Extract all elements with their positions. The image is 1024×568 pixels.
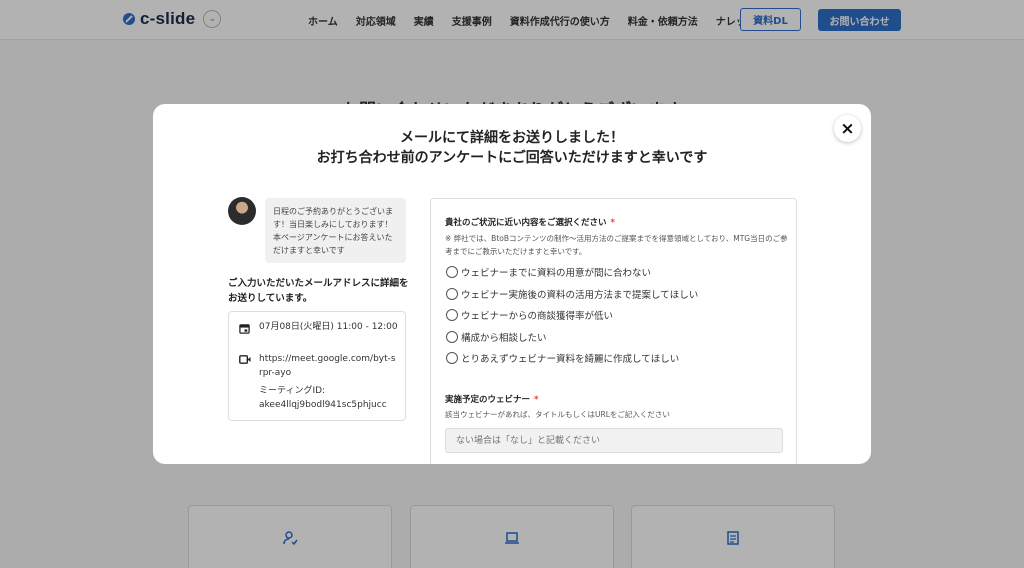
- modal-title-line2: お打ち合わせ前のアンケートにご回答いただけますと幸いです: [316, 150, 708, 166]
- meeting-id-row: ミーティングID: akee4llqj9bodl941sc5phjucc: [238, 385, 404, 412]
- meeting-id-label: ミーティングID:: [259, 386, 326, 396]
- radio-option-label: ウェビナーまでに資料の用意が間に合わない: [461, 268, 652, 279]
- radio-option[interactable]: とりあえずウェビナー資料を綺麗に作成してほしい: [446, 351, 679, 365]
- radio-button[interactable]: [446, 331, 458, 343]
- radio-option-label: 構成から相談したい: [461, 333, 547, 344]
- required-mark: *: [610, 218, 615, 228]
- confirmation-modal: メールにて詳細をお送りしました！ お打ち合わせ前のアンケートにご回答いただけます…: [153, 104, 871, 464]
- question-note: ※ 弊社では、BtoBコンテンツの制作〜活用方法のご提案までを得意領域としており…: [445, 234, 788, 256]
- radio-button[interactable]: [446, 352, 458, 364]
- meeting-id-value: akee4llqj9bodl941sc5phjucc: [259, 399, 387, 410]
- survey-form: 貴社のご状況に近い内容をご選択ください * ※ 弊社では、BtoBコンテンツの制作…: [430, 198, 797, 464]
- radio-option[interactable]: ウェビナーまでに資料の用意が間に合わない: [446, 265, 651, 279]
- modal-title: メールにて詳細をお送りしました！ お打ち合わせ前のアンケートにご回答いただけます…: [153, 128, 871, 168]
- meeting-url-row: https://meet.google.com/byt-srpr-ayo: [238, 353, 399, 380]
- avatar: [228, 197, 256, 225]
- radio-option[interactable]: 構成から相談したい: [446, 330, 547, 344]
- email-sent-heading: ご入力いただいたメールアドレスに詳細をお送りしています。: [228, 278, 409, 304]
- radio-option-label: ウェビナーからの商談獲得率が低い: [461, 311, 614, 322]
- calendar-icon: [238, 321, 251, 335]
- question-label: 実施予定のウェビナー *: [445, 395, 539, 405]
- radio-option[interactable]: ウェビナー実施後の資料の活用方法まで提案してほしい: [446, 287, 698, 301]
- meeting-details-card: 07月08日(火曜日) 11:00 - 12:00 https://meet.g…: [228, 311, 406, 421]
- radio-option[interactable]: ウェビナーからの商談獲得率が低い: [446, 308, 613, 322]
- video-icon: [238, 353, 251, 380]
- webinar-input[interactable]: [445, 428, 783, 453]
- meeting-datetime: 07月08日(火曜日) 11:00 - 12:00: [259, 322, 398, 332]
- modal-title-line1: メールにて詳細をお送りしました！: [400, 130, 624, 146]
- radio-option-label: とりあえずウェビナー資料を綺麗に作成してほしい: [461, 354, 680, 365]
- meeting-id: ミーティングID: akee4llqj9bodl941sc5phjucc: [259, 385, 404, 412]
- meeting-datetime-row: 07月08日(火曜日) 11:00 - 12:00: [238, 321, 399, 335]
- radio-button[interactable]: [446, 309, 458, 321]
- radio-button[interactable]: [446, 288, 458, 300]
- required-mark: *: [534, 395, 539, 405]
- radio-option-label: ウェビナー実施後の資料の活用方法まで提案してほしい: [461, 290, 699, 301]
- close-icon[interactable]: ×: [834, 115, 861, 142]
- question-label: 貴社のご状況に近い内容をご選択ください *: [445, 218, 615, 228]
- meeting-url-link[interactable]: https://meet.google.com/byt-srpr-ayo: [259, 353, 399, 380]
- question-note: 該当ウェビナーがあれば、タイトルもしくはURLをご記入ください: [445, 410, 670, 419]
- message-bubble: 日程のご予約ありがとうございます！当日楽しみにしております！本ページアンケートに…: [265, 198, 406, 263]
- radio-button[interactable]: [446, 266, 458, 278]
